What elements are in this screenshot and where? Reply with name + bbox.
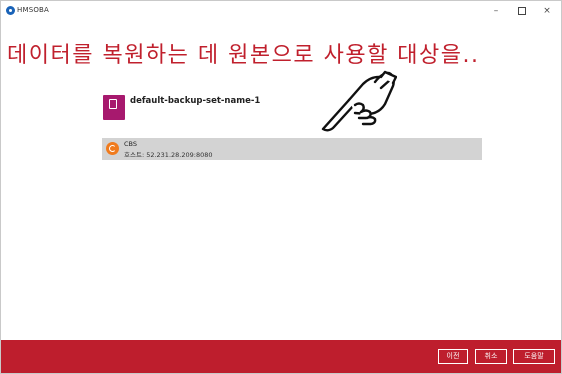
destination-name: CBS (124, 140, 138, 148)
pointing-hand-icon (321, 70, 397, 132)
minimize-button[interactable]: – (485, 3, 507, 19)
cbs-icon (106, 142, 119, 155)
backup-set-item[interactable]: default-backup-set-name-1 (103, 95, 303, 121)
page-title: 데이터를 복원하는 데 원본으로 사용할 대상을.. (7, 43, 480, 68)
previous-button[interactable]: 이전 (438, 349, 468, 364)
maximize-icon (518, 6, 526, 15)
close-button[interactable]: × (536, 3, 558, 19)
footer-bar: 이전 취소 도움말 (1, 340, 561, 373)
app-logo-icon (6, 6, 15, 15)
destination-host: 호스트: 52.231.28.209:8080 (124, 151, 213, 159)
cancel-button[interactable]: 취소 (475, 349, 507, 364)
destination-item[interactable]: CBS 호스트: 52.231.28.209:8080 (102, 138, 482, 160)
backup-file-icon (103, 95, 125, 120)
maximize-button[interactable] (511, 3, 533, 19)
window-title: HMSOBA (17, 6, 50, 14)
app-window: HMSOBA – × 데이터를 복원하는 데 원본으로 사용할 대상을.. de… (0, 0, 562, 374)
title-bar: HMSOBA – × (1, 1, 561, 23)
help-button[interactable]: 도움말 (513, 349, 555, 364)
backup-set-name: default-backup-set-name-1 (130, 96, 261, 106)
